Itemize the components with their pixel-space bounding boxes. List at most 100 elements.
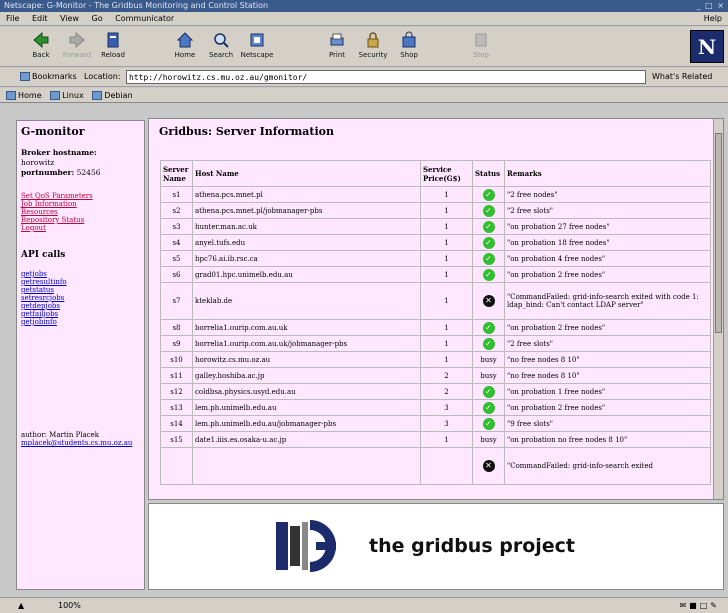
col-remarks: Remarks	[504, 160, 711, 187]
host-name-cell: anyel.tufs.edu	[192, 234, 421, 251]
remarks-cell: "on probation no free nodes 8 10"	[504, 431, 711, 448]
api-link-getjobs[interactable]: getjobs	[21, 270, 140, 278]
netscape-guide-icon	[250, 33, 264, 47]
status-error-icon: ✕	[482, 295, 495, 307]
netscape-label: Netscape	[240, 51, 274, 59]
menu-go[interactable]: Go	[92, 14, 103, 23]
status-cell: ✓	[472, 383, 505, 400]
shop-bag-icon	[402, 31, 416, 48]
status-ok-icon: ✓	[482, 236, 495, 249]
security-status-icon[interactable]: ▲	[18, 598, 24, 613]
search-button[interactable]: Search	[204, 29, 238, 65]
personal-linux-link[interactable]: Linux	[50, 91, 84, 100]
link-resources[interactable]: Resources	[21, 208, 140, 216]
main-content-frame: Gridbus: Server Information Server Name …	[148, 118, 724, 500]
status-busy-text: busy	[480, 435, 497, 444]
status-busy-text: busy	[480, 355, 497, 364]
link-job-information[interactable]: Job Information	[21, 200, 140, 208]
shop-button[interactable]: Shop	[392, 29, 426, 65]
back-button[interactable]: Back	[24, 29, 58, 65]
bookmarks-button[interactable]: Bookmarks	[20, 72, 77, 81]
forward-button[interactable]: Forward	[60, 29, 94, 65]
host-name-cell: athena.pcs.mnet.pl	[192, 186, 421, 203]
component-bar-icons[interactable]: ✉■□✎	[679, 598, 720, 613]
server-name-cell	[160, 447, 193, 485]
print-button[interactable]: Print	[320, 29, 354, 65]
status-ok-icon: ✓	[482, 321, 495, 334]
broker-hostname-label: Broker hostname:	[21, 148, 97, 157]
status-ok-icon: ✓	[482, 204, 495, 217]
remarks-cell: "no free nodes 8 10"	[504, 351, 711, 368]
whats-related-button[interactable]: What's Related	[652, 72, 712, 81]
service-price-cell: 1	[420, 431, 473, 448]
table-row: s15 date1.iiis.es.osaka-u.ac.jp 1 busy "on p…	[160, 431, 711, 448]
host-name-cell: hunter.man.ac.uk	[192, 218, 421, 235]
api-link-getstatus[interactable]: getstatus	[21, 286, 140, 294]
api-link-getdepjobs[interactable]: getdepjobs	[21, 302, 140, 310]
status-ok-icon: ✓	[482, 401, 495, 414]
back-arrow-icon	[33, 31, 49, 49]
window-title: Netscape: G-Monitor - The Gridbus Monito…	[4, 1, 269, 10]
personal-debian-label: Debian	[104, 91, 133, 100]
service-price-cell: 3	[420, 399, 473, 416]
status-cell: ✓	[472, 266, 505, 283]
status-cell: ✓	[472, 415, 505, 432]
main-vertical-scrollbar[interactable]	[713, 119, 723, 499]
home-icon	[176, 32, 194, 48]
remarks-cell: "on probation 4 free nodes"	[504, 250, 711, 267]
table-row: s10 horowitz.cs.mu.oz.au 1 busy "no free nod…	[160, 351, 711, 368]
menu-view[interactable]: View	[60, 14, 79, 23]
server-name-cell: s8	[160, 319, 193, 336]
search-label: Search	[208, 51, 234, 59]
server-name-cell: s12	[160, 383, 193, 400]
menu-communicator[interactable]: Communicator	[115, 14, 174, 23]
home-label: Home	[174, 51, 196, 59]
col-server-name: Server Name	[160, 160, 193, 187]
status-cell: busy	[472, 367, 505, 384]
api-link-getfailjobs[interactable]: getfailjobs	[21, 310, 140, 318]
server-name-cell: s13	[160, 399, 193, 416]
author-email-link[interactable]: mplacek@students.cs.mu.oz.au	[21, 439, 132, 447]
table-row: s2 athena.pcs.mnet.pl/jobmanager-pbs 1 ✓ "2 …	[160, 202, 711, 219]
home-button[interactable]: Home	[168, 29, 202, 65]
host-name-cell: kteklab.de	[192, 282, 421, 320]
service-price-cell: 1	[420, 234, 473, 251]
api-link-getresultinfo[interactable]: getresultinfo	[21, 278, 140, 286]
service-price-cell: 1	[420, 186, 473, 203]
remarks-cell: "on probation 2 free nodes"	[504, 399, 711, 416]
remarks-cell: "2 free slots"	[504, 202, 711, 219]
scrollbar-thumb[interactable]	[715, 133, 722, 333]
bookmark-icon	[92, 91, 103, 100]
url-input[interactable]	[126, 70, 646, 84]
server-name-cell: s15	[160, 431, 193, 448]
api-link-setresrcjobs[interactable]: setresrcjobs	[21, 294, 140, 302]
host-name-cell: hpc76.ai.ib.rsc.ca	[192, 250, 421, 267]
reload-button[interactable]: Reload	[96, 29, 130, 65]
server-name-cell: s14	[160, 415, 193, 432]
table-header-row: Server Name Host Name Service Price(G$) …	[160, 160, 711, 187]
link-repository-status[interactable]: Repository Status	[21, 216, 140, 224]
netscape-button[interactable]: Netscape	[240, 29, 274, 65]
menu-file[interactable]: File	[6, 14, 19, 23]
server-name-cell: s2	[160, 202, 193, 219]
status-ok-icon: ✓	[482, 385, 495, 398]
remarks-cell: "CommandFailed: grid-info-search exited	[504, 447, 711, 485]
security-button[interactable]: Security	[356, 29, 390, 65]
personal-home-link[interactable]: Home	[6, 91, 42, 100]
menu-help[interactable]: Help	[704, 12, 722, 26]
host-name-cell: lem.ph.unimelb.edu.au/jobmanager-pbs	[192, 415, 421, 432]
link-set-qos[interactable]: Set QoS Parameters	[21, 192, 140, 200]
window-controls[interactable]: _ □ ×	[697, 0, 725, 12]
host-name-cell	[192, 447, 421, 485]
api-link-getjobinfo[interactable]: getjobinfo	[21, 318, 140, 326]
personal-debian-link[interactable]: Debian	[92, 91, 133, 100]
server-name-cell: s1	[160, 186, 193, 203]
service-price-cell: 1	[420, 202, 473, 219]
menu-edit[interactable]: Edit	[32, 14, 48, 23]
remarks-cell: "on probation 2 free nodes"	[504, 319, 711, 336]
link-logout[interactable]: Logout	[21, 224, 140, 232]
forward-label: Forward	[62, 51, 92, 59]
stop-button[interactable]: Stop	[464, 29, 498, 65]
status-ok-icon: ✓	[482, 188, 495, 201]
status-cell: ✓	[472, 399, 505, 416]
